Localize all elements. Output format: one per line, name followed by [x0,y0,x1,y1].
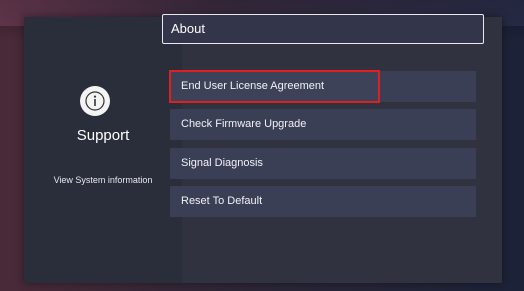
menu-item-signal-diagnosis[interactable]: Signal Diagnosis [170,148,476,179]
menu-item-eula[interactable]: End User License Agreement [169,70,380,103]
about-header: About [162,14,484,44]
support-title: Support [76,127,130,144]
info-icon-glyph [85,91,105,111]
menu-item-reset-to-default[interactable]: Reset To Default [170,186,476,217]
tv-screen: Support View System information About En… [0,0,524,291]
view-system-info-label[interactable]: View System information [24,175,182,185]
info-icon [80,86,110,116]
menu-item-check-firmware-upgrade[interactable]: Check Firmware Upgrade [170,109,476,140]
support-sidebar: Support View System information [24,17,182,283]
